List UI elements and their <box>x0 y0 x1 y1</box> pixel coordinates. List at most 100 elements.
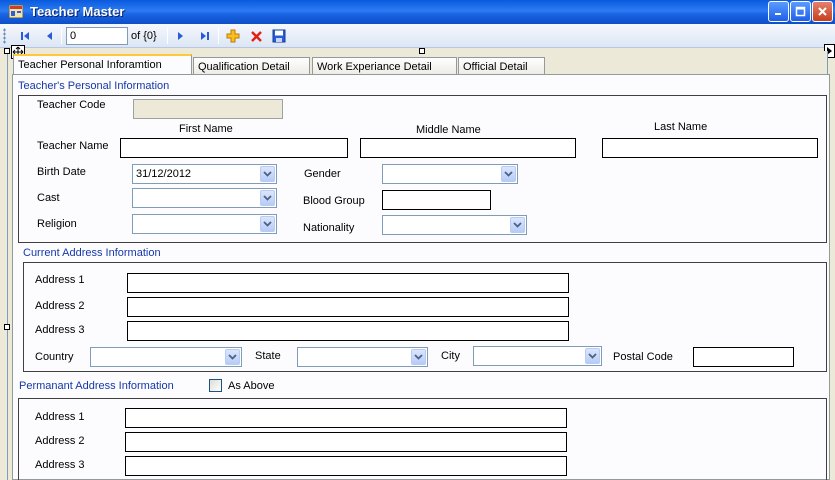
cast-select[interactable] <box>132 188 277 208</box>
permanent-address1-label: Address 1 <box>35 411 85 423</box>
chevron-down-icon <box>263 195 272 201</box>
dropdown-button[interactable] <box>260 216 275 232</box>
birth-date-picker[interactable]: 31/12/2012 <box>132 164 277 184</box>
chevron-down-icon <box>414 354 423 360</box>
state-label: State <box>255 350 281 362</box>
birth-date-label: Birth Date <box>37 166 86 178</box>
middle-name-field[interactable] <box>360 138 576 158</box>
move-next-button[interactable] <box>172 27 190 45</box>
toolbar-separator <box>167 28 168 44</box>
dropdown-button[interactable] <box>260 166 275 182</box>
minimize-button[interactable] <box>768 1 789 22</box>
dropdown-button[interactable] <box>225 349 240 365</box>
chevron-down-icon <box>263 221 272 227</box>
count-label: of {0} <box>131 30 157 42</box>
current-address3-label: Address 3 <box>35 324 85 336</box>
teacher-name-label: Teacher Name <box>37 140 109 152</box>
religion-select[interactable] <box>132 214 277 234</box>
resize-handle[interactable] <box>4 324 10 330</box>
dropdown-button[interactable] <box>501 166 516 182</box>
last-name-field[interactable] <box>602 138 818 158</box>
first-name-label: First Name <box>179 123 233 135</box>
tab-work-experience-detail[interactable]: Work Experiance Detail <box>312 57 457 75</box>
dropdown-button[interactable] <box>585 348 600 364</box>
birth-date-value: 31/12/2012 <box>136 168 192 180</box>
permanent-address2-label: Address 2 <box>35 435 85 447</box>
save-button[interactable] <box>270 27 288 45</box>
toolbar-separator <box>61 28 62 44</box>
move-previous-button[interactable] <box>40 27 58 45</box>
toolbar-grip[interactable] <box>3 28 6 44</box>
first-name-field[interactable] <box>120 138 348 158</box>
app-icon <box>9 5 23 18</box>
permanent-address3-field[interactable] <box>125 456 567 476</box>
move-previous-icon <box>47 32 52 40</box>
cast-label: Cast <box>37 192 60 204</box>
nationality-select[interactable] <box>382 215 527 235</box>
current-address1-label: Address 1 <box>35 274 85 286</box>
dropdown-button[interactable] <box>411 349 426 365</box>
add-icon <box>226 29 240 43</box>
delete-icon <box>250 30 262 42</box>
current-address2-label: Address 2 <box>35 300 85 312</box>
save-icon <box>272 29 286 43</box>
tab-personal-information[interactable]: Teacher Personal Inforamtion <box>13 54 192 75</box>
dropdown-button[interactable] <box>260 190 275 206</box>
country-label: Country <box>35 351 74 363</box>
current-address3-field[interactable] <box>127 321 569 341</box>
blood-group-label: Blood Group <box>303 195 365 207</box>
binding-navigator: of {0} <box>0 24 835 48</box>
permanent-address-group-title: Permanant Address Information <box>19 380 174 392</box>
as-above-label[interactable]: As Above <box>228 380 274 392</box>
add-new-button[interactable] <box>224 27 242 45</box>
move-next-icon <box>178 32 183 40</box>
resize-handle[interactable] <box>419 48 425 54</box>
move-last-button[interactable] <box>196 27 214 45</box>
chevron-down-icon <box>588 353 597 359</box>
gender-select[interactable] <box>382 164 518 184</box>
gender-label: Gender <box>304 168 341 180</box>
teacher-code-label: Teacher Code <box>37 99 106 111</box>
current-address-group-title: Current Address Information <box>23 247 164 259</box>
resize-handle[interactable] <box>4 48 10 54</box>
as-above-checkbox[interactable] <box>209 379 222 392</box>
maximize-button[interactable] <box>790 1 811 22</box>
permanent-address1-field[interactable] <box>125 408 567 428</box>
current-address2-field[interactable] <box>127 297 569 317</box>
chevron-down-icon <box>228 354 237 360</box>
move-first-button[interactable] <box>16 27 34 45</box>
middle-name-label: Middle Name <box>416 124 481 136</box>
postal-code-label: Postal Code <box>613 351 673 363</box>
current-address1-field[interactable] <box>127 273 569 293</box>
close-button[interactable] <box>812 1 833 22</box>
move-first-icon <box>21 32 29 40</box>
country-select[interactable] <box>90 347 242 367</box>
chevron-down-icon <box>263 171 272 177</box>
minimize-icon <box>775 13 781 15</box>
tab-official-detail[interactable]: Official Detail <box>458 57 545 75</box>
city-select[interactable] <box>473 346 602 366</box>
chevron-down-icon <box>513 222 522 228</box>
nationality-label: Nationality <box>303 222 355 234</box>
position-input[interactable] <box>66 27 128 45</box>
city-label: City <box>441 350 460 362</box>
permanent-address2-field[interactable] <box>125 432 567 452</box>
blood-group-field[interactable] <box>382 190 491 210</box>
teacher-code-field[interactable] <box>133 99 283 119</box>
tab-qualification-detail[interactable]: Qualification Detail <box>193 57 310 75</box>
title-bar[interactable]: Teacher Master <box>0 0 835 24</box>
toolbar-separator <box>218 28 219 44</box>
state-select[interactable] <box>297 347 428 367</box>
religion-label: Religion <box>37 218 77 230</box>
window-title: Teacher Master <box>30 4 125 19</box>
personal-info-group-title: Teacher's Personal Information <box>18 80 173 92</box>
permanent-address3-label: Address 3 <box>35 459 85 471</box>
chevron-down-icon <box>504 171 513 177</box>
delete-button[interactable] <box>247 27 265 45</box>
dropdown-button[interactable] <box>510 217 525 233</box>
move-last-icon <box>201 32 209 40</box>
last-name-label: Last Name <box>654 121 708 133</box>
maximize-icon <box>795 6 806 17</box>
postal-code-field[interactable] <box>693 347 794 367</box>
close-icon <box>818 7 827 16</box>
